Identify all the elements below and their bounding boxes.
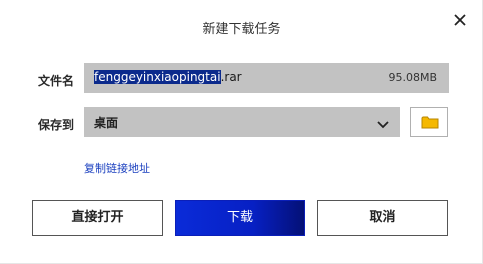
- close-icon: [450, 10, 470, 30]
- open-directly-button[interactable]: 直接打开: [32, 200, 163, 236]
- chevron-down-icon: [376, 116, 390, 135]
- dialog-title: 新建下载任务: [202, 22, 281, 37]
- download-button[interactable]: 下载: [175, 200, 305, 236]
- filename-value: fenggeyinxiaopingtai.rar: [94, 70, 242, 84]
- save-location-select[interactable]: 桌面: [84, 107, 400, 137]
- close-button[interactable]: [450, 10, 470, 30]
- filename-field[interactable]: fenggeyinxiaopingtai.rar 95.08MB: [84, 63, 449, 93]
- file-size: 95.08MB: [388, 71, 437, 84]
- browse-folder-button[interactable]: [410, 107, 448, 137]
- save-to-label: 保存到: [38, 118, 75, 132]
- cancel-button[interactable]: 取消: [317, 200, 448, 236]
- filename-label: 文件名: [38, 74, 75, 88]
- new-download-dialog: 新建下载任务 文件名 fenggeyinxiaopingtai.rar 95.0…: [0, 0, 483, 264]
- copy-link-address[interactable]: 复制链接地址: [84, 160, 150, 176]
- filename-extension: .rar: [220, 70, 242, 84]
- save-location-value: 桌面: [94, 116, 119, 130]
- filename-selected-text: fenggeyinxiaopingtai: [94, 70, 221, 84]
